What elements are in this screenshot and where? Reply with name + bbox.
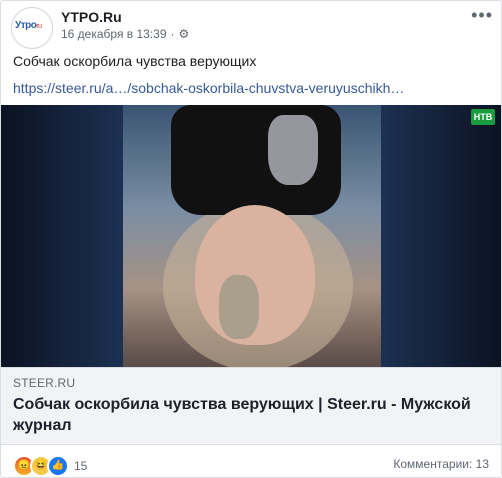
post-meta: YTPO.Ru 16 декабря в 13:39 · ⚙ bbox=[61, 7, 189, 41]
ntv-logo: НТВ bbox=[471, 109, 495, 125]
separator-dot: · bbox=[170, 27, 175, 41]
photo-earring bbox=[219, 275, 259, 339]
post-text: Собчак оскорбила чувства верующих bbox=[13, 53, 257, 69]
post-card: Утроru YTPO.Ru 16 декабря в 13:39 · ⚙ ••… bbox=[0, 0, 502, 478]
post-header: Утроru YTPO.Ru 16 декабря в 13:39 · ⚙ bbox=[11, 7, 189, 49]
link-preview[interactable]: STEER.RU Собчак оскорбила чувства верующ… bbox=[1, 367, 501, 445]
photo-emblem bbox=[268, 115, 318, 185]
page-avatar[interactable]: Утроru bbox=[11, 7, 53, 49]
reactions-summary[interactable]: 😠 😆 👍 15 bbox=[13, 455, 87, 477]
time-row: 16 декабря в 13:39 · ⚙ bbox=[61, 27, 189, 41]
photo bbox=[123, 105, 381, 367]
post-link[interactable]: https://steer.ru/a…/sobchak-oskorbila-ch… bbox=[13, 80, 404, 96]
like-reaction-icon: 👍 bbox=[47, 455, 69, 477]
image-background-left bbox=[1, 105, 123, 367]
post-image[interactable]: НТВ bbox=[1, 105, 501, 367]
image-background-right bbox=[381, 105, 501, 367]
comments-count[interactable]: Комментарии: 13 bbox=[393, 457, 489, 471]
link-preview-title[interactable]: Собчак оскорбила чувства верующих | Stee… bbox=[13, 394, 491, 436]
gear-icon: ⚙ bbox=[178, 27, 190, 41]
timestamp[interactable]: 16 декабря в 13:39 bbox=[61, 27, 167, 41]
more-icon[interactable]: ••• bbox=[471, 5, 493, 26]
link-domain: STEER.RU bbox=[13, 376, 76, 390]
avatar-logo: Утроru bbox=[15, 20, 42, 31]
page-name[interactable]: YTPO.Ru bbox=[61, 9, 189, 25]
reaction-count[interactable]: 15 bbox=[74, 459, 87, 473]
